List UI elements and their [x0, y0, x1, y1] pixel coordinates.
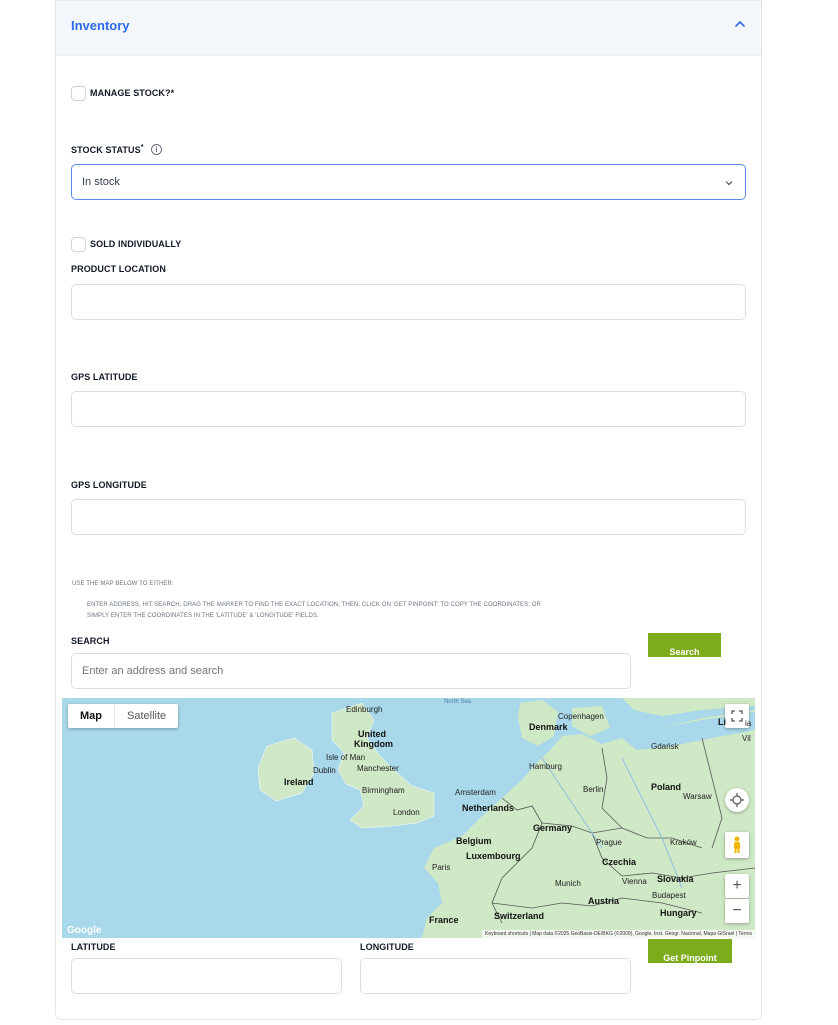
- map-type-map[interactable]: Map: [68, 704, 115, 728]
- terms-link[interactable]: Terms: [738, 931, 752, 937]
- sold-individually-checkbox[interactable]: [71, 237, 86, 252]
- zoom-in-button[interactable]: +: [725, 874, 749, 898]
- map-label: North Sea: [444, 699, 472, 705]
- longitude-label: LONGITUDE: [360, 942, 414, 952]
- map-label: Munich: [555, 879, 581, 888]
- map-label: Manchester: [357, 764, 399, 773]
- map-type-control: Map Satellite: [68, 704, 179, 728]
- map-label: Kingdom: [354, 739, 393, 749]
- map-instructions-heading: USE THE MAP BELOW TO EITHER:: [72, 581, 174, 587]
- product-location-label: PRODUCT LOCATION: [71, 264, 166, 274]
- map-label: Warsaw: [683, 792, 712, 801]
- inventory-header[interactable]: Inventory: [56, 1, 761, 56]
- map-label: Dublin: [313, 766, 336, 775]
- map-label: Berlin: [583, 785, 604, 794]
- map-label: Paris: [432, 863, 451, 872]
- map-label: Isle of Man: [326, 753, 366, 762]
- map-label: Czechia: [602, 857, 637, 867]
- map-attribution: Keyboard shortcuts | Map data ©2025 GeoB…: [482, 930, 755, 938]
- product-location-input[interactable]: [71, 284, 746, 320]
- map-label: Amsterdam: [455, 788, 496, 797]
- manage-stock-label-text: MANAGE STOCK?: [90, 88, 171, 98]
- gps-longitude-label: GPS LONGITUDE: [71, 480, 147, 490]
- map-label: Edinburgh: [346, 705, 383, 714]
- map-instructions-line: SIMPLY ENTER THE COORDINATES IN THE 'LAT…: [87, 613, 319, 619]
- section-title: Inventory: [71, 18, 130, 33]
- map-label: Li: [718, 717, 726, 727]
- required-mark: *: [140, 144, 144, 151]
- map-label: Hungary: [660, 908, 697, 918]
- latitude-input[interactable]: [71, 958, 342, 994]
- stock-status-value: In stock: [82, 176, 120, 188]
- required-mark: *: [170, 88, 175, 98]
- google-map[interactable]: Map Satellite + − North Sea Edinburgh Un…: [62, 698, 755, 938]
- map-label: Denmark: [529, 722, 568, 732]
- gps-latitude-input[interactable]: [71, 391, 746, 427]
- map-label: Prague: [596, 838, 622, 847]
- map-label: Vil: [742, 734, 751, 743]
- gps-latitude-label: GPS LATITUDE: [71, 372, 138, 382]
- street-view-pegman-icon[interactable]: [725, 832, 749, 858]
- latitude-label: LATITUDE: [71, 942, 116, 952]
- map-label: Belgium: [456, 836, 492, 846]
- stock-status-label: STOCK STATUS*: [71, 144, 144, 155]
- manage-stock-label: MANAGE STOCK?*: [90, 88, 174, 98]
- zoom-out-button[interactable]: −: [725, 899, 749, 923]
- map-label: Netherlands: [462, 803, 515, 813]
- map-label: Austria: [588, 896, 620, 906]
- map-label: Copenhagen: [558, 712, 604, 721]
- map-label: Budapest: [652, 891, 686, 900]
- camera-control-icon[interactable]: [725, 788, 749, 812]
- map-base: [62, 698, 755, 938]
- map-label: Ireland: [284, 777, 314, 787]
- info-icon[interactable]: i: [151, 144, 162, 155]
- map-label: Kraków: [670, 838, 697, 847]
- map-label: London: [393, 808, 420, 817]
- map-label: Vienna: [622, 877, 647, 886]
- chevron-up-icon[interactable]: [733, 17, 747, 31]
- gps-longitude-input[interactable]: [71, 499, 746, 535]
- map-label: Switzerland: [494, 911, 545, 921]
- longitude-input[interactable]: [360, 958, 631, 994]
- address-search-input[interactable]: [71, 653, 631, 689]
- stock-status-select[interactable]: In stock: [71, 164, 746, 200]
- search-label: SEARCH: [71, 636, 110, 646]
- google-logo: Google: [67, 925, 102, 936]
- map-label: Slovakia: [657, 874, 694, 884]
- map-data-text: Map data ©2025 GeoBasis-DE/BKG (©2009), …: [532, 931, 735, 937]
- stock-status-label-text: STOCK STATUS: [71, 145, 141, 155]
- chevron-down-icon: [725, 181, 733, 186]
- keyboard-shortcuts-link[interactable]: Keyboard shortcuts: [485, 931, 528, 937]
- map-label: Germany: [533, 823, 573, 833]
- map-label: United: [358, 729, 386, 739]
- get-pinpoint-button[interactable]: Get Pinpoint: [648, 939, 732, 963]
- map-label: Poland: [651, 782, 682, 792]
- map-label: Hamburg: [529, 762, 562, 771]
- map-type-satellite[interactable]: Satellite: [115, 704, 178, 728]
- manage-stock-checkbox[interactable]: [71, 86, 86, 101]
- sold-individually-label: SOLD INDIVIDUALLY: [90, 239, 182, 249]
- map-label: Luxembourg: [466, 851, 521, 861]
- map-label: Gdańsk: [651, 742, 679, 751]
- search-button[interactable]: Search: [648, 633, 721, 657]
- map-instructions-line: ENTER ADDRESS, HIT SEARCH, DRAG THE MARK…: [87, 602, 541, 608]
- map-label: ia: [745, 719, 752, 728]
- map-label: Birmingham: [362, 786, 405, 795]
- map-label: France: [429, 915, 459, 925]
